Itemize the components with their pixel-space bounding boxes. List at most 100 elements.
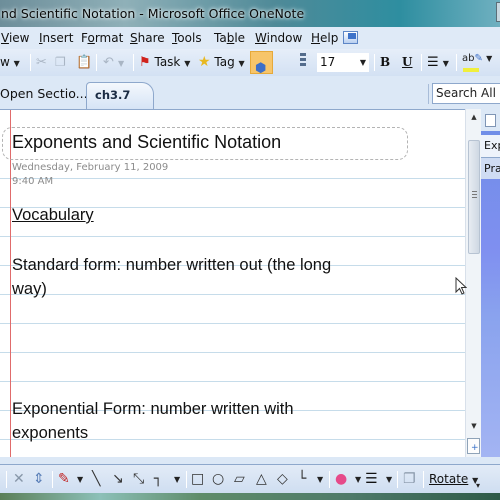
help-window-icon[interactable]: [343, 31, 358, 44]
task-button[interactable]: ⚑ Task ▼: [139, 49, 190, 76]
window-control-edge[interactable]: [496, 2, 500, 22]
view-dropdown[interactable]: w ▼: [0, 49, 20, 76]
chevron-down-icon[interactable]: ▼: [386, 465, 392, 494]
tab-section-ch3-7[interactable]: ch3.7: [86, 82, 154, 109]
menu-window[interactable]: Window: [255, 27, 302, 49]
menu-insert-label: nsert: [42, 31, 74, 45]
search-input[interactable]: Search All No: [432, 83, 500, 104]
ellipse-tool-icon[interactable]: ○: [212, 465, 224, 494]
tag-label: Tag: [214, 55, 235, 69]
chevron-down-icon[interactable]: ▼: [174, 465, 180, 494]
diamond-tool-icon[interactable]: ◇: [277, 465, 288, 494]
cut-icon[interactable]: ✂: [36, 49, 47, 76]
task-label: Task: [154, 55, 181, 69]
view-label: w: [0, 55, 10, 69]
underline-button[interactable]: U: [402, 49, 412, 76]
line-tool-icon[interactable]: ╲: [92, 465, 100, 494]
vertical-scrollbar[interactable]: ▲ ▼: [465, 109, 481, 457]
menu-view[interactable]: View: [1, 27, 29, 49]
bold-button[interactable]: B: [380, 49, 390, 76]
menu-window-accel: W: [255, 31, 267, 45]
rotate-button[interactable]: Rotate ▼: [429, 465, 478, 494]
menu-insert[interactable]: Insert: [39, 27, 73, 49]
rectangle-tool-icon[interactable]: □: [191, 465, 204, 494]
paste-icon[interactable]: 📋: [76, 49, 92, 76]
highlight-label: ab: [462, 53, 475, 64]
chevron-down-icon: ▼: [442, 59, 449, 68]
menu-tools[interactable]: Tools: [172, 27, 202, 49]
arrange-icon[interactable]: ❐: [403, 465, 416, 494]
toolbar-separator: [133, 54, 134, 71]
undo-icon[interactable]: ↶ ▼: [103, 49, 124, 76]
drawing-toolbar: ✕ ⇕ ✎ ▼ ╲ ↘ ⤡ ┐ ▼ □ ○ ▱ △ ◇ └ ▼ ● ▼ ☰ ▼ …: [0, 464, 500, 493]
menu-format[interactable]: Format: [81, 27, 123, 49]
page-title[interactable]: Exponents and Scientific Notation: [12, 132, 281, 153]
toolbar-separator: [428, 84, 429, 104]
note-exponential-form[interactable]: Exponential Form: number written with: [12, 400, 294, 419]
bullets-button[interactable]: ☰ ▼: [427, 49, 449, 76]
rule-line: [0, 323, 465, 324]
menu-share-label: hare: [137, 31, 165, 45]
menu-share[interactable]: Share: [130, 27, 165, 49]
scroll-up-arrow-icon[interactable]: ▲: [466, 113, 482, 125]
rule-line: [0, 352, 465, 353]
rule-line: [0, 178, 465, 179]
note-standard-form-cont[interactable]: way): [12, 280, 47, 299]
page-tab-practice[interactable]: Pra: [481, 157, 500, 179]
note-exponential-form-cont[interactable]: exponents: [12, 424, 88, 443]
grip-icon: [472, 191, 477, 198]
scroll-down-arrow-icon[interactable]: ▼: [466, 422, 482, 434]
copy-icon[interactable]: ❐: [55, 49, 66, 76]
line-weight-icon[interactable]: ☰: [365, 465, 378, 494]
toolbar-separator: [30, 54, 31, 71]
mouse-cursor-icon: [455, 277, 467, 295]
parallelogram-tool-icon[interactable]: ▱: [234, 465, 245, 494]
new-page-button[interactable]: [481, 109, 500, 131]
chevron-down-icon: ▼: [238, 59, 245, 68]
tab-open-sections[interactable]: Open Sectio...: [0, 82, 88, 106]
delete-icon[interactable]: ✕: [13, 465, 25, 494]
menu-table[interactable]: Table: [214, 27, 245, 49]
chevron-down-icon[interactable]: ▼: [77, 465, 83, 494]
toolbar-separator: [52, 471, 53, 488]
chevron-down-icon[interactable]: ▼: [355, 465, 361, 494]
note-vocabulary[interactable]: Vocabulary: [12, 206, 94, 225]
font-size-value: 17: [320, 55, 336, 69]
arrow-tool-icon[interactable]: ↘: [112, 465, 124, 494]
insert-space-icon[interactable]: ⇕: [33, 465, 45, 494]
rotate-label: Rotate: [429, 472, 469, 486]
double-arrow-tool-icon[interactable]: ⤡: [133, 465, 144, 494]
connector-tool-icon[interactable]: ┐: [154, 465, 162, 494]
standard-toolbar: w ▼ ✂ ❐ 📋 ↶ ▼ ⚑ Task ▼ ★ Tag ▼ ⬢ 17 ▼ B U…: [0, 49, 500, 76]
toolbar-separator: [186, 471, 187, 488]
toolbar-separator: [6, 471, 7, 488]
color-picker-icon[interactable]: ●: [335, 465, 347, 494]
menu-help[interactable]: Help: [311, 27, 338, 49]
pen-icon[interactable]: ✎: [58, 465, 70, 494]
rule-line: [0, 236, 465, 237]
triangle-tool-icon[interactable]: △: [256, 465, 267, 494]
menu-format-accel: o: [87, 31, 95, 45]
title-bar: nd Scientific Notation - Microsoft Offic…: [0, 0, 500, 27]
toolbar-separator: [329, 471, 330, 488]
toolbar-grip-handle[interactable]: [300, 53, 306, 72]
outlook-task-button[interactable]: ⬢: [250, 51, 273, 76]
chevron-down-icon[interactable]: ▼: [317, 465, 323, 494]
scrollbar-thumb[interactable]: [468, 140, 480, 254]
pen-icon: ✎: [474, 53, 483, 64]
menu-share-accel: S: [130, 31, 138, 45]
font-size-select[interactable]: 17 ▼: [317, 53, 369, 72]
page-time: 9:40 AM: [12, 176, 54, 187]
toolbar-separator: [397, 471, 398, 488]
section-tab-strip: Open Sectio... ch3.7: [0, 76, 500, 109]
note-standard-form[interactable]: Standard form: number written out (the l…: [12, 256, 331, 275]
flag-icon: ⚑: [139, 55, 151, 70]
new-page-icon[interactable]: [467, 438, 480, 454]
axes-tool-icon[interactable]: └: [298, 465, 306, 494]
rule-line: [0, 294, 465, 295]
toolbar-separator: [374, 54, 375, 71]
margin-line: [10, 110, 11, 457]
page-tab-exponents[interactable]: Exp: [481, 135, 500, 157]
note-page[interactable]: Exponents and Scientific Notation Wednes…: [0, 109, 465, 457]
tag-button[interactable]: ★ Tag ▼: [198, 49, 245, 76]
